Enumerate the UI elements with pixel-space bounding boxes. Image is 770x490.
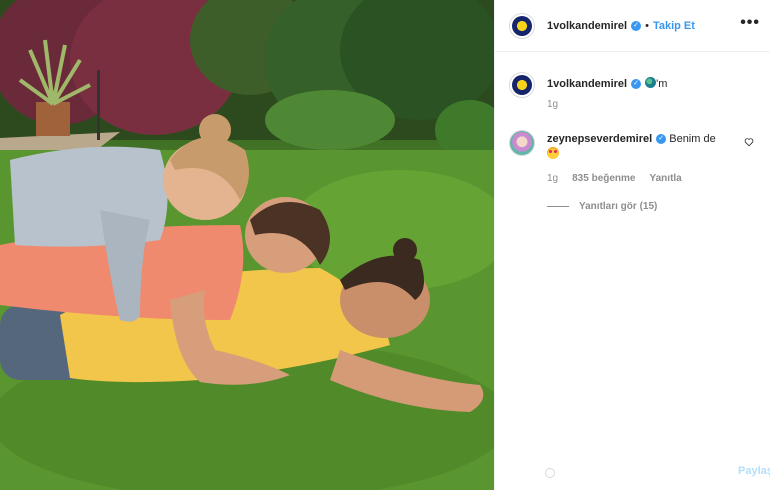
caption-suffix: 'm <box>656 78 668 90</box>
view-replies-button[interactable]: Yanıtları gör (15) <box>547 201 657 212</box>
post-photo[interactable] <box>0 0 494 490</box>
comment-text: zeynepseverdemirel ✓ Benim de <box>547 130 737 162</box>
heart-icon[interactable] <box>744 137 754 147</box>
commenter-avatar[interactable] <box>509 130 535 156</box>
emoji-icon[interactable] <box>545 468 555 478</box>
comment: zeynepseverdemirel ✓ Benim de <box>509 130 759 162</box>
comment-body: Benim de <box>669 133 716 145</box>
post-header: 1volkandemirel ✓ • Takip Et <box>495 0 770 52</box>
more-options-icon[interactable]: ••• <box>740 14 760 32</box>
caption-avatar[interactable] <box>509 72 535 98</box>
comment-meta: 1g 835 beğenme Yanıtla <box>547 173 682 184</box>
caption-text: 1volkandemirel ✓ 'm <box>547 72 667 98</box>
team-logo-icon <box>512 15 532 36</box>
follow-button[interactable]: Takip Et <box>653 20 695 32</box>
family-photo-illustration <box>0 0 494 490</box>
verified-badge-icon: ✓ <box>631 20 642 31</box>
verified-badge-icon: ✓ <box>631 79 642 90</box>
share-button[interactable]: Paylaş <box>738 465 770 477</box>
heart-eyes-emoji-icon <box>547 147 559 159</box>
reply-button[interactable]: Yanıtla <box>650 173 682 184</box>
view-replies-label: Yanıtları gör (15) <box>579 201 658 212</box>
globe-emoji-icon <box>645 77 657 88</box>
caption: 1volkandemirel ✓ 'm <box>509 72 667 98</box>
replies-line <box>547 206 569 207</box>
faded-comments-area <box>495 225 770 465</box>
header-separator: • <box>645 19 649 32</box>
author-username[interactable]: 1volkandemirel <box>547 20 627 32</box>
verified-badge-icon: ✓ <box>656 134 667 145</box>
commenter-username[interactable]: zeynepseverdemirel <box>547 133 652 145</box>
comment-timestamp[interactable]: 1g <box>547 173 558 184</box>
author-avatar[interactable] <box>509 12 535 39</box>
caption-username[interactable]: 1volkandemirel <box>547 78 627 90</box>
caption-timestamp[interactable]: 1g <box>547 99 558 110</box>
comment-likes[interactable]: 835 beğenme <box>572 173 635 184</box>
post-sidebar: 1volkandemirel ✓ • Takip Et ••• 1volkand… <box>495 0 770 490</box>
team-logo-icon <box>512 75 532 95</box>
